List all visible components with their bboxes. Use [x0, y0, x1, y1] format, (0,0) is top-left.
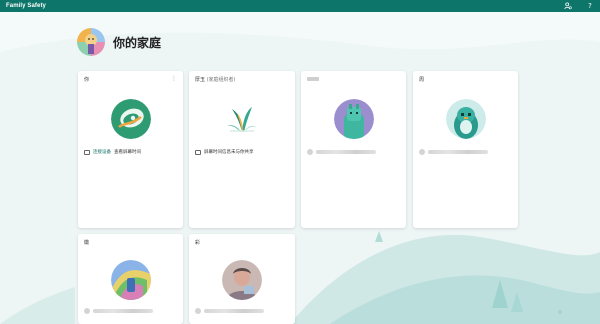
sloth-avatar-icon: [110, 99, 151, 139]
member-status: 连接设备 查看屏幕时间: [84, 149, 141, 155]
llama-avatar-icon: [333, 99, 374, 139]
more-options-icon[interactable]: ⋮: [171, 75, 177, 82]
member-status-blurred: [419, 149, 488, 155]
page-title: 你的家庭: [113, 35, 162, 50]
member-status-blurred: [307, 149, 376, 155]
member-name: 厚玉 (家庭组织者): [195, 77, 236, 83]
help-icon[interactable]: ?: [586, 2, 594, 10]
member-card[interactable]: 周: [413, 71, 518, 228]
connect-device-link[interactable]: 连接设备: [93, 149, 111, 155]
member-card[interactable]: [301, 71, 406, 228]
member-status-blurred: [195, 308, 264, 314]
family-avatar: [77, 28, 105, 56]
member-card[interactable]: 徽: [78, 234, 183, 324]
status-text: 屏幕时间信息未与你共享: [204, 150, 254, 155]
colorful-avatar-icon: [110, 260, 151, 300]
member-status: 屏幕时间信息未与你共享: [195, 149, 254, 155]
device-icon: [84, 149, 90, 155]
person-settings-icon[interactable]: [564, 2, 572, 10]
page-header: 你的家庭: [77, 28, 161, 56]
device-icon: [195, 149, 201, 155]
member-status-blurred: [84, 308, 153, 314]
member-name: 周: [419, 77, 425, 83]
member-name: 彩: [195, 240, 201, 246]
status-text: 查看屏幕时间: [114, 150, 141, 155]
member-card-self[interactable]: 你 ⋮ 连接设备 查看屏幕时间: [78, 71, 183, 228]
member-card-organizer[interactable]: 厚玉 (家庭组织者) 屏幕时间信息未与你共享: [189, 71, 295, 228]
member-name: 徽: [84, 240, 90, 246]
person-photo-avatar: [222, 260, 262, 300]
title-bar: Family Safety ?: [0, 0, 600, 12]
member-card[interactable]: 彩: [189, 234, 295, 324]
penguin-avatar-icon: [445, 99, 486, 139]
plant-avatar-icon: [222, 99, 262, 139]
app-title: Family Safety: [6, 3, 46, 9]
member-name-blurred: [307, 76, 319, 82]
member-name: 你: [84, 77, 90, 83]
